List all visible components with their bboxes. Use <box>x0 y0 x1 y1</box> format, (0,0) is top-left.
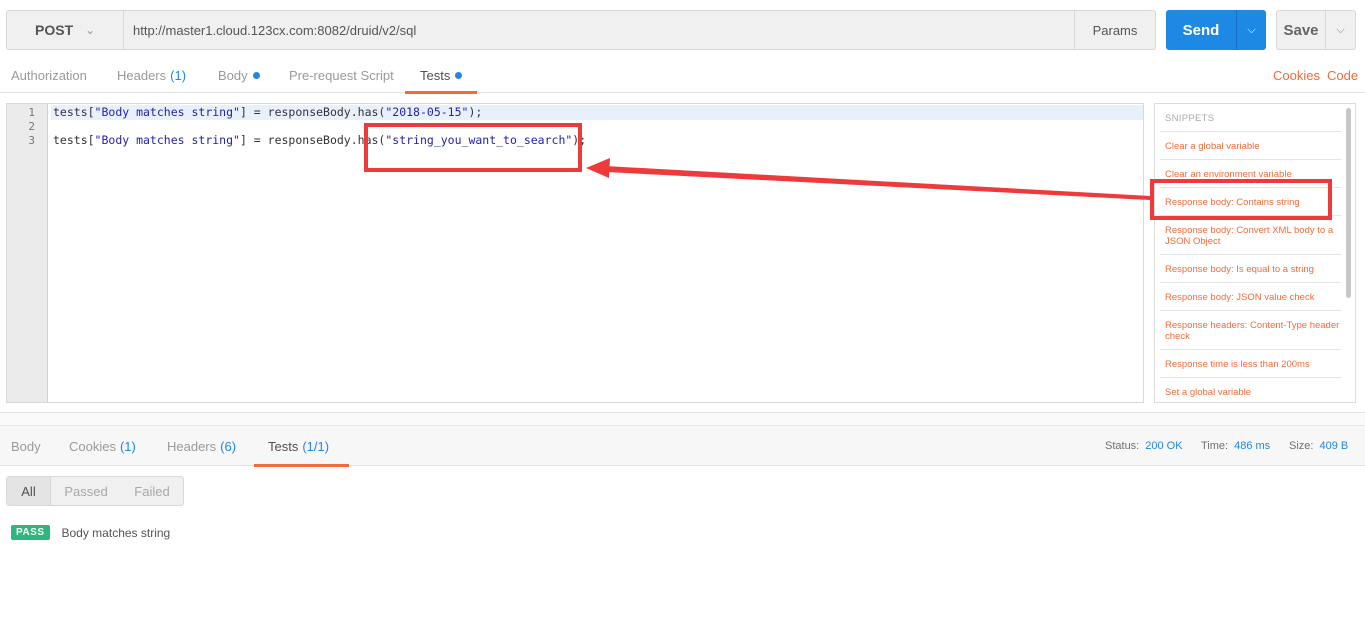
code-token: ] = responseBody.has( <box>239 105 386 119</box>
snippet-item[interactable]: Response body: Is equal to a string <box>1165 264 1341 275</box>
modified-dot-icon <box>455 72 463 79</box>
stat-label: Time: <box>1201 440 1229 452</box>
code-line: tests["Body matches string"] = responseB… <box>51 133 1143 148</box>
line-number: 2 <box>28 120 35 133</box>
line-number: 3 <box>28 134 35 147</box>
test-name: Body matches string <box>61 525 171 540</box>
snippet-item[interactable]: Response headers: Content-Type header ch… <box>1165 320 1341 342</box>
response-tab-tests[interactable]: Tests (1/1) <box>253 426 350 467</box>
stat-value: 486 ms <box>1234 440 1271 452</box>
line-number-gutter: 1 2 3 <box>7 104 48 402</box>
code-token: tests[ <box>53 105 95 119</box>
string-token: "Body matches string" <box>94 105 240 119</box>
snippet-item[interactable]: Set a global variable <box>1165 387 1341 398</box>
send-dropdown-button[interactable]: ⌵ <box>1236 10 1266 50</box>
chevron-down-icon: ⌄ <box>85 23 96 37</box>
tab-headers[interactable]: Headers (1) <box>117 58 186 93</box>
chevron-down-icon: ⌵ <box>1247 23 1256 36</box>
send-button[interactable]: Send <box>1166 10 1236 50</box>
tab-count: (1/1) <box>302 438 330 454</box>
pass-badge: PASS <box>11 525 50 540</box>
divider <box>1160 310 1341 311</box>
code-token: tests[ <box>53 133 95 147</box>
method-label: POST <box>35 22 74 38</box>
response-tab-body[interactable]: Body <box>11 426 41 466</box>
save-button[interactable]: Save <box>1276 10 1326 50</box>
stat-label: Size: <box>1289 440 1314 452</box>
code-token: ); <box>468 105 483 119</box>
test-result-row: PASS Body matches string <box>11 525 170 540</box>
size-readout: Size: 409 B <box>1289 426 1348 466</box>
divider <box>1160 377 1341 378</box>
code-line: tests["Body matches string"] = responseB… <box>51 105 1143 120</box>
divider <box>1160 282 1341 283</box>
response-tabs: Body Cookies (1) Headers (6) Tests (1/1)… <box>0 425 1365 467</box>
method-select[interactable]: POST ⌄ <box>6 10 124 50</box>
annotation-box-code <box>364 123 582 172</box>
cookies-link[interactable]: Cookies <box>1273 58 1320 93</box>
tab-label: Pre-request Script <box>289 68 394 83</box>
tab-label: Tests <box>268 438 299 454</box>
snippet-item[interactable]: Response time is less than 200ms <box>1165 359 1341 370</box>
divider <box>1160 131 1341 132</box>
filter-failed-button[interactable]: Failed <box>121 477 183 505</box>
string-token: "2018-05-15" <box>385 105 469 119</box>
annotation-box-snippet <box>1150 179 1332 220</box>
tab-count: (6) <box>220 438 237 454</box>
pane-divider[interactable] <box>0 412 1365 425</box>
stat-value: 409 B <box>1319 440 1349 452</box>
tab-label: Headers <box>167 438 217 454</box>
tab-label: Body <box>218 68 248 83</box>
tab-label: Tests <box>420 68 451 83</box>
status-readout: Status: 200 OK <box>1105 426 1183 466</box>
tab-label: Headers <box>117 68 167 83</box>
divider <box>1160 349 1341 350</box>
tab-pre-request-script[interactable]: Pre-request Script <box>289 58 394 93</box>
tab-count: (1) <box>119 438 136 454</box>
filter-passed-button[interactable]: Passed <box>53 477 119 505</box>
response-tab-headers[interactable]: Headers (6) <box>167 426 236 466</box>
tab-authorization[interactable]: Authorization <box>11 58 87 93</box>
stat-value: 200 OK <box>1145 440 1183 452</box>
request-tabs: Authorization Headers (1) Body Pre-reque… <box>0 58 1365 94</box>
test-filter: All Passed Failed <box>6 476 184 506</box>
chevron-down-icon: ⌵ <box>1336 23 1345 36</box>
string-token: "Body matches string" <box>94 133 240 147</box>
tab-tests[interactable]: Tests <box>404 58 478 94</box>
params-button[interactable]: Params <box>1074 10 1156 50</box>
tab-label: Cookies <box>69 438 116 454</box>
save-dropdown-button[interactable]: ⌵ <box>1325 10 1356 50</box>
snippet-item[interactable]: Clear a global variable <box>1165 141 1341 152</box>
snippets-heading: SNIPPETS <box>1165 113 1215 124</box>
snippets-scrollbar[interactable] <box>1346 108 1351 298</box>
line-number: 1 <box>28 106 35 119</box>
snippets-panel: SNIPPETS Clear a global variable Clear a… <box>1154 103 1356 403</box>
snippet-item[interactable]: Response body: JSON value check <box>1165 292 1341 303</box>
divider <box>1160 254 1341 255</box>
modified-dot-icon <box>252 72 260 79</box>
tab-label: Body <box>11 438 41 454</box>
stat-label: Status: <box>1105 440 1140 452</box>
tab-count: (1) <box>170 68 187 83</box>
url-input[interactable]: http://master1.cloud.123cx.com:8082/drui… <box>123 10 1075 50</box>
code-link[interactable]: Code <box>1327 58 1358 93</box>
request-bar: POST ⌄ http://master1.cloud.123cx.com:80… <box>6 10 1356 50</box>
filter-all-button[interactable]: All <box>7 477 51 505</box>
divider <box>1160 159 1341 160</box>
response-tab-cookies[interactable]: Cookies (1) <box>69 426 136 466</box>
tab-label: Authorization <box>11 68 87 83</box>
snippet-item[interactable]: Response body: Convert XML body to a JSO… <box>1165 225 1341 247</box>
time-readout: Time: 486 ms <box>1201 426 1270 466</box>
tab-body[interactable]: Body <box>218 58 260 93</box>
